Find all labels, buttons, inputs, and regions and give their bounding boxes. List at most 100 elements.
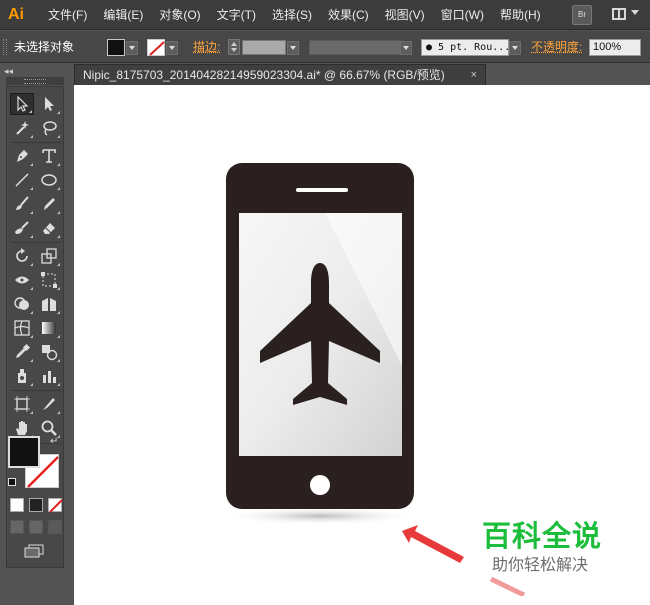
- line-tool[interactable]: [10, 169, 34, 191]
- fill-dropdown-button[interactable]: [126, 41, 138, 55]
- lasso-icon: [43, 121, 57, 136]
- blob-brush-icon: [15, 221, 29, 234]
- stroke-weight-stepper[interactable]: [228, 39, 240, 55]
- change-screen-mode-button[interactable]: [24, 544, 44, 558]
- magic-wand-icon: [16, 121, 29, 135]
- menu-select[interactable]: 选择(S): [264, 0, 320, 30]
- panel-grip[interactable]: [3, 39, 7, 55]
- eraser-tool[interactable]: [37, 217, 61, 239]
- mesh-icon: [14, 320, 30, 336]
- menu-effect[interactable]: 效果(C): [320, 0, 377, 30]
- menu-edit[interactable]: 编辑(E): [95, 0, 151, 30]
- artboard-canvas[interactable]: 百科全说 助你轻松解决: [74, 85, 650, 605]
- magic-wand-tool[interactable]: [10, 117, 34, 139]
- toolbox-header[interactable]: [6, 77, 64, 85]
- pen-tool[interactable]: [10, 145, 34, 167]
- toolbox: [6, 86, 64, 568]
- perspective-grid-tool[interactable]: [37, 293, 61, 315]
- selection-tool[interactable]: [10, 93, 34, 115]
- none-mode-button[interactable]: [48, 498, 63, 513]
- type-tool[interactable]: [37, 145, 61, 167]
- artboard-tool[interactable]: [10, 393, 34, 415]
- menu-window[interactable]: 窗口(W): [433, 0, 492, 30]
- none-slash-icon: [49, 499, 63, 513]
- rotate-icon: [16, 248, 28, 262]
- paintbrush-tool[interactable]: [10, 193, 34, 215]
- scale-tool[interactable]: [37, 245, 61, 267]
- watermark-title: 百科全说: [482, 519, 603, 553]
- swap-fill-stroke-icon[interactable]: ↵: [50, 436, 58, 447]
- toolbox-divider: [11, 142, 61, 143]
- brush-dropdown[interactable]: [509, 41, 521, 55]
- symbol-sprayer-icon: [18, 369, 26, 383]
- rotate-tool[interactable]: [10, 245, 34, 267]
- toolbox-divider: [11, 390, 61, 391]
- lasso-tool[interactable]: [37, 117, 61, 139]
- color-mode-button[interactable]: [10, 498, 24, 512]
- stroke-weight-dropdown[interactable]: [287, 41, 299, 55]
- menu-file[interactable]: 文件(F): [40, 0, 95, 30]
- draw-inside-button[interactable]: [48, 520, 62, 534]
- illustrator-logo: Ai: [8, 6, 24, 23]
- column-graph-icon: [43, 371, 56, 383]
- menu-object[interactable]: 对象(O): [151, 0, 208, 30]
- draw-behind-button[interactable]: [29, 520, 43, 534]
- direct-selection-tool[interactable]: [37, 93, 61, 115]
- toolbox-divider: [11, 242, 61, 243]
- pen-nib-icon: [17, 150, 28, 162]
- magnifier-icon: [41, 420, 57, 436]
- menu-view[interactable]: 视图(V): [377, 0, 433, 30]
- line-segment-icon: [15, 173, 29, 187]
- variable-width-dropdown[interactable]: [400, 41, 412, 55]
- gradient-tool[interactable]: [37, 317, 61, 339]
- bridge-button[interactable]: Br: [572, 5, 592, 25]
- opacity-input[interactable]: 100%: [589, 39, 641, 56]
- draw-normal-button[interactable]: [10, 520, 24, 534]
- fill-color-swatch[interactable]: [107, 39, 125, 56]
- document-tab[interactable]: Nipic_8175703_20140428214959023304.ai* @…: [74, 64, 486, 85]
- menu-help[interactable]: 帮助(H): [492, 0, 549, 30]
- ellipse-tool[interactable]: [37, 169, 61, 191]
- gradient-mode-button[interactable]: [29, 498, 43, 512]
- stroke-dropdown-button[interactable]: [166, 41, 178, 55]
- shape-builder-tool[interactable]: [10, 293, 34, 315]
- mesh-tool[interactable]: [10, 317, 34, 339]
- width-tool[interactable]: [10, 269, 34, 291]
- opacity-label[interactable]: 不透明度:: [531, 31, 582, 63]
- default-colors-icon[interactable]: [8, 478, 16, 486]
- fill-color-box[interactable]: [8, 436, 40, 468]
- collapse-toolbox-icon[interactable]: ◂◂: [4, 66, 13, 77]
- variable-width-profile-field[interactable]: [309, 40, 401, 55]
- stroke-weight-input[interactable]: [242, 40, 286, 55]
- workspace-switcher-button[interactable]: [610, 5, 640, 25]
- type-t-icon: [42, 149, 56, 163]
- stroke-color-swatch[interactable]: [147, 39, 165, 56]
- stroke-label[interactable]: 描边:: [193, 31, 220, 63]
- selection-status: 未选择对象: [14, 40, 75, 54]
- document-tab-title: Nipic_8175703_20140428214959023304.ai* @…: [83, 68, 445, 82]
- control-bar: 未选择对象 描边: ● 5 pt. Rou... 不透明度: 100%: [0, 31, 650, 63]
- shape-builder-icon: [14, 297, 29, 310]
- menu-type[interactable]: 文字(T): [209, 0, 264, 30]
- slice-tool[interactable]: [37, 393, 61, 415]
- paintbrush-icon: [16, 196, 29, 210]
- blend-tool[interactable]: [37, 341, 61, 363]
- free-transform-icon: [41, 272, 57, 288]
- symbol-sprayer-tool[interactable]: [10, 365, 34, 387]
- menu-items: 文件(F) 编辑(E) 对象(O) 文字(T) 选择(S) 效果(C) 视图(V…: [40, 0, 549, 30]
- direct-selection-arrow-icon: [45, 97, 54, 111]
- blob-brush-tool[interactable]: [10, 217, 34, 239]
- free-transform-tool[interactable]: [37, 269, 61, 291]
- eyedropper-icon: [16, 343, 31, 358]
- artboard-icon: [14, 396, 30, 412]
- column-graph-tool[interactable]: [37, 365, 61, 387]
- screen-mode-icon: [24, 544, 44, 558]
- brush-definition-field[interactable]: ● 5 pt. Rou...: [421, 39, 509, 56]
- phone-airplane-mode-artwork[interactable]: [220, 161, 420, 533]
- pencil-icon: [44, 198, 55, 210]
- none-slash-icon: [149, 41, 165, 56]
- eyedropper-tool[interactable]: [10, 341, 34, 363]
- chevron-down-icon: [631, 10, 639, 15]
- close-tab-icon[interactable]: ×: [471, 65, 477, 85]
- pencil-tool[interactable]: [37, 193, 61, 215]
